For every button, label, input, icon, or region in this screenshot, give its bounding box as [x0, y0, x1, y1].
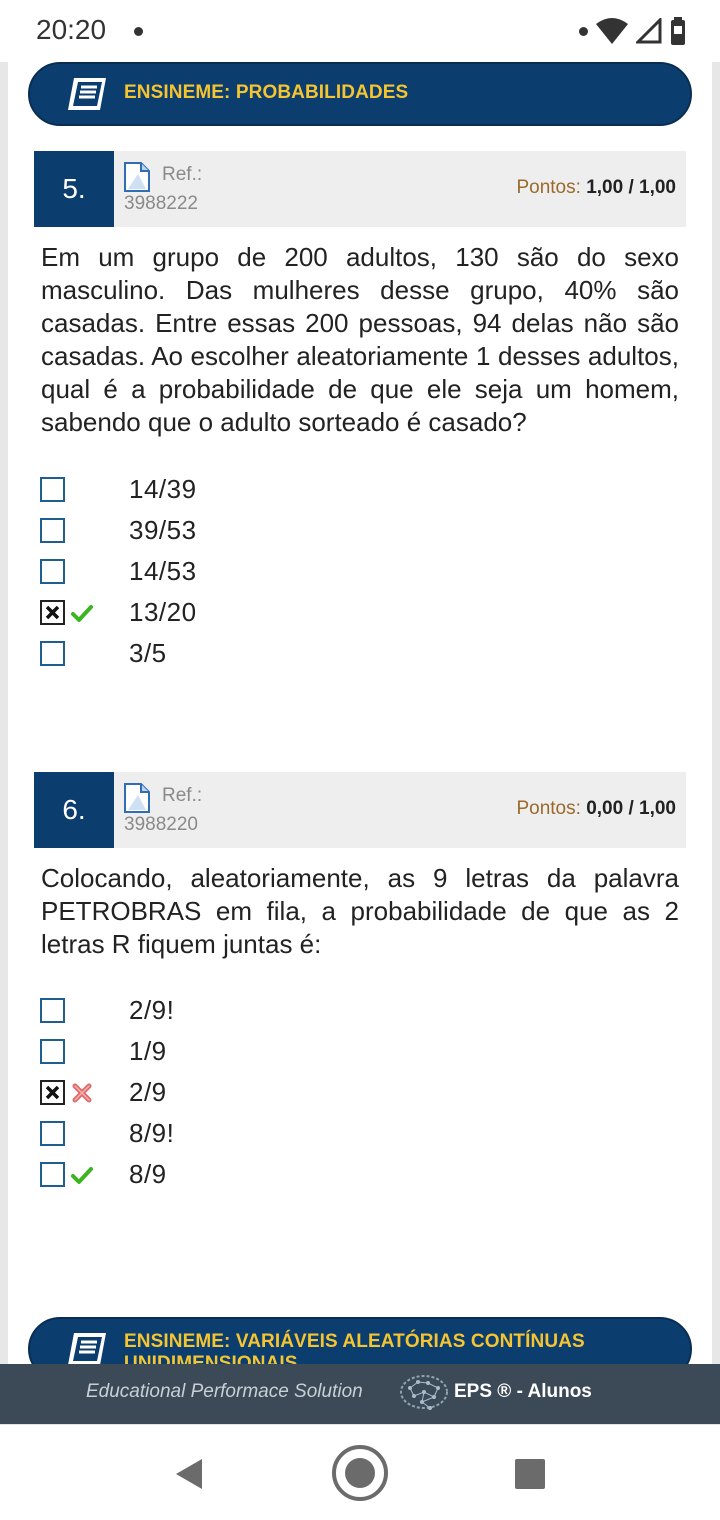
brain-icon — [400, 1375, 448, 1410]
notification-dot-icon — [134, 27, 143, 36]
section-header: ENSINEME: PROBABILIDADES — [28, 62, 692, 126]
points-max: / 1,00 — [628, 798, 676, 819]
option-label: 8/9 — [129, 1159, 167, 1189]
option-checkbox[interactable] — [40, 998, 65, 1023]
section-title: ENSINEME: VARIÁVEIS ALEATÓRIAS CONTÍNUAS… — [124, 1331, 585, 1364]
ref-label: Ref.: — [162, 785, 203, 806]
points: Pontos: 1,00 / 1,00 — [516, 177, 676, 199]
checkmark-icon — [71, 605, 93, 622]
points-value: 1,00 — [586, 177, 624, 198]
answer-option[interactable]: 3/5 — [40, 636, 640, 672]
option-checkbox[interactable] — [40, 1162, 65, 1187]
wifi-icon — [596, 18, 628, 44]
question-text: Em um grupo de 200 adultos, 130 são do s… — [41, 242, 679, 437]
option-checkbox[interactable] — [40, 477, 65, 502]
x-mark-icon — [45, 1085, 60, 1100]
ref-code: 3988222 — [124, 193, 198, 214]
section-header: ENSINEME: VARIÁVEIS ALEATÓRIAS CONTÍNUAS… — [28, 1317, 692, 1364]
option-checkbox[interactable] — [40, 641, 65, 666]
points: Pontos: 0,00 / 1,00 — [516, 798, 676, 820]
book-icon — [68, 1333, 106, 1364]
ref-label: Ref.: — [162, 164, 203, 185]
question-number: 5. — [34, 151, 114, 227]
option-checkbox-checked[interactable] — [40, 1080, 65, 1105]
signal-icon — [636, 18, 662, 44]
option-label: 13/20 — [129, 597, 197, 627]
option-checkbox-checked[interactable] — [40, 600, 65, 625]
document-icon[interactable] — [124, 162, 150, 192]
status-time: 20:20 — [36, 14, 107, 45]
option-label: 39/53 — [129, 515, 197, 545]
option-label: 3/5 — [129, 638, 167, 668]
question-text: Colocando, aleatoriamente, as 9 letras d… — [41, 863, 679, 959]
answer-option[interactable]: 8/9 — [40, 1157, 640, 1193]
book-icon — [68, 78, 106, 110]
left-edge — [0, 62, 8, 1364]
answer-option[interactable]: 14/53 — [40, 554, 640, 590]
points-label: Pontos: — [516, 798, 581, 819]
back-icon[interactable] — [172, 1457, 206, 1491]
option-checkbox[interactable] — [40, 1039, 65, 1064]
question-number: 6. — [34, 772, 114, 848]
points-max: / 1,00 — [628, 177, 676, 198]
footer-brand: EPS ® - Alunos — [454, 1381, 592, 1402]
x-mark-icon — [45, 605, 60, 620]
option-label: 2/9 — [129, 1077, 167, 1107]
option-checkbox[interactable] — [40, 1121, 65, 1146]
right-edge — [712, 62, 720, 1364]
battery-icon — [671, 17, 685, 45]
answer-option[interactable]: 2/9 — [40, 1075, 640, 1111]
answer-option[interactable]: 14/39 — [40, 472, 640, 508]
answer-option[interactable]: 39/53 — [40, 513, 640, 549]
status-bar: 20:20 — [0, 0, 720, 62]
document-icon[interactable] — [124, 783, 150, 813]
question-header: 5. Ref.: 3988222 Pontos: 1,00 / 1,00 — [34, 151, 686, 227]
exam-content[interactable]: ENSINEME: PROBABILIDADES 5. Ref.: 398822… — [0, 62, 720, 1364]
question-header: 6. Ref.: 3988220 Pontos: 0,00 / 1,00 — [34, 772, 686, 848]
answer-option[interactable]: 8/9! — [40, 1116, 640, 1152]
option-label: 14/39 — [129, 474, 197, 504]
points-value: 0,00 — [586, 798, 624, 819]
checkmark-icon — [71, 1167, 93, 1184]
recents-icon[interactable] — [514, 1458, 546, 1490]
option-checkbox[interactable] — [40, 518, 65, 543]
ref-code: 3988220 — [124, 814, 198, 835]
answer-option[interactable]: 1/9 — [40, 1034, 640, 1070]
home-icon[interactable] — [331, 1444, 389, 1502]
navigation-bar — [0, 1424, 720, 1520]
points-label: Pontos: — [516, 177, 581, 198]
footer-bar: Educational Performace Solution EPS ® - … — [0, 1364, 720, 1424]
option-label: 8/9! — [129, 1118, 175, 1148]
footer-tagline: Educational Performace Solution — [86, 1381, 363, 1402]
notification-dot-icon — [579, 26, 588, 36]
option-label: 2/9! — [129, 995, 175, 1025]
option-checkbox[interactable] — [40, 559, 65, 584]
option-label: 1/9 — [129, 1036, 167, 1066]
cross-icon — [72, 1083, 92, 1103]
answer-option[interactable]: 13/20 — [40, 595, 640, 631]
status-icons — [579, 16, 686, 46]
answer-option[interactable]: 2/9! — [40, 993, 640, 1029]
option-label: 14/53 — [129, 556, 197, 586]
section-title: ENSINEME: PROBABILIDADES — [124, 82, 409, 103]
